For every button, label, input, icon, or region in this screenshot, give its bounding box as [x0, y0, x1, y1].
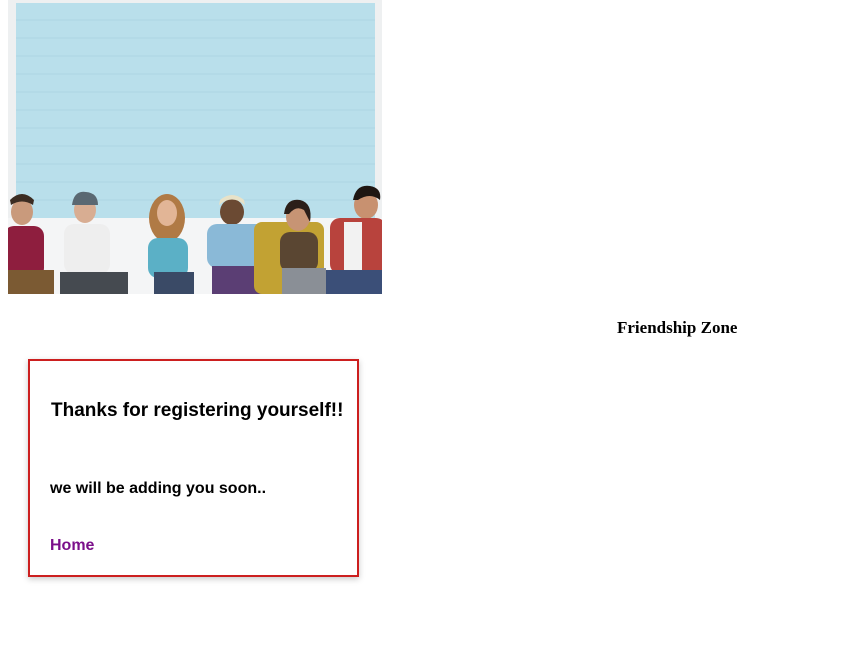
registration-confirmation-card: Thanks for registering yourself!! we wil… — [28, 359, 359, 577]
friends-photo — [8, 0, 382, 294]
home-link[interactable]: Home — [50, 537, 94, 555]
confirmation-message: we will be adding you soon.. — [50, 480, 267, 497]
hero-image — [8, 0, 382, 294]
site-title: Friendship Zone — [617, 318, 738, 337]
confirmation-heading: Thanks for registering yourself!! — [51, 400, 344, 421]
